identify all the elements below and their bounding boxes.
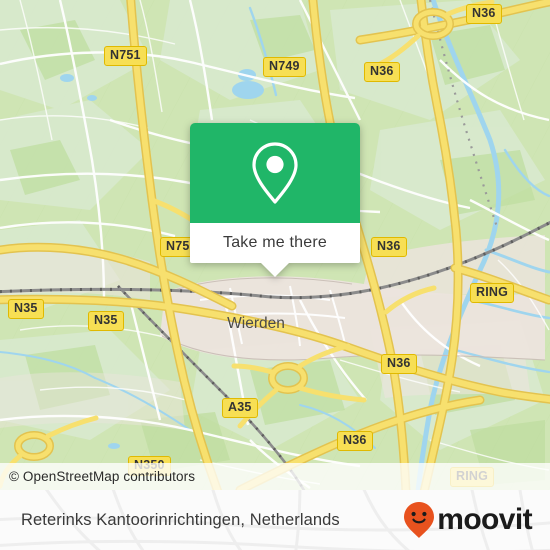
road-shield-label: N36 <box>377 239 401 253</box>
road-shield: N35 <box>8 299 44 319</box>
moovit-wordmark: moovit <box>437 503 532 536</box>
moovit-pin-smile-icon <box>404 502 435 538</box>
popup-icon-panel <box>190 123 360 223</box>
take-me-there-popup[interactable]: Take me there <box>190 123 360 277</box>
road-shield: A35 <box>222 398 258 418</box>
road-shield: N35 <box>88 311 124 331</box>
popup-action-bar[interactable]: Take me there <box>190 223 360 263</box>
map-pin-icon <box>252 142 298 204</box>
road-shield-label: N36 <box>370 64 394 78</box>
road-shield-label: A35 <box>228 400 252 414</box>
road-shield-label: N75 <box>166 239 190 253</box>
road-shield: N751 <box>104 46 147 66</box>
road-shield: N749 <box>263 57 306 77</box>
map-attribution-bar: © OpenStreetMap contributors <box>0 463 550 490</box>
road-shield-label: N36 <box>343 433 367 447</box>
moovit-logo[interactable]: moovit <box>403 501 533 539</box>
footer-content: Reterinks Kantoorinrichtingen, Netherlan… <box>0 490 550 550</box>
town-label: Wierden <box>227 315 285 332</box>
road-shield: N36 <box>466 4 502 24</box>
road-shield: N36 <box>371 237 407 257</box>
road-shield-label: N35 <box>94 313 118 327</box>
attribution-text: © OpenStreetMap contributors <box>9 469 196 484</box>
road-shield: N36 <box>364 62 400 82</box>
road-shield-label: N751 <box>110 48 141 62</box>
place-title: Reterinks Kantoorinrichtingen, Netherlan… <box>21 510 340 529</box>
road-shield-label: N35 <box>14 301 38 315</box>
road-shield-label: N749 <box>269 59 300 73</box>
road-shield-label: N36 <box>472 6 496 20</box>
road-shield-label: N36 <box>387 356 411 370</box>
footer-bar: Reterinks Kantoorinrichtingen, Netherlan… <box>0 490 550 550</box>
road-shield: N36 <box>381 354 417 374</box>
take-me-there-label: Take me there <box>223 234 327 251</box>
road-shield: N36 <box>337 431 373 451</box>
road-shield: RING <box>470 283 515 303</box>
popup-pointer-tail <box>261 263 289 277</box>
road-shield-label: RING <box>476 285 509 299</box>
map-page: Wierden N36 N751 N749 N36 N75 N36 N35 RING N35 N3… <box>0 0 550 550</box>
